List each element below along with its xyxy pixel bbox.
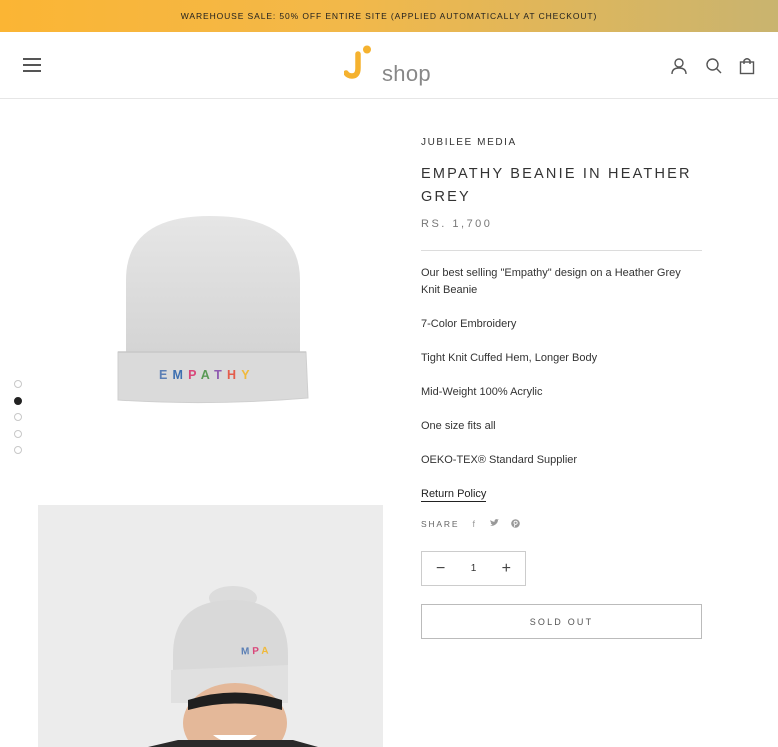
gallery-dot-2[interactable] bbox=[14, 396, 22, 405]
account-icon[interactable] bbox=[669, 56, 689, 76]
description-line: One size fits all bbox=[421, 420, 496, 432]
gallery-dot-1[interactable] bbox=[14, 380, 22, 388]
description-line: OEKO-TEX® Standard Supplier bbox=[421, 454, 578, 466]
cart-icon[interactable] bbox=[737, 56, 757, 76]
quantity-increase-button[interactable]: + bbox=[502, 560, 511, 577]
logo-text: shop bbox=[382, 61, 431, 86]
facebook-icon[interactable]: f bbox=[469, 519, 478, 529]
announcement-bar: WAREHOUSE SALE: 50% OFF ENTIRE SITE (APP… bbox=[0, 0, 778, 32]
beanie-embroidery: EMPATHY bbox=[159, 368, 255, 382]
twitter-icon[interactable] bbox=[490, 519, 500, 529]
product-info: JUBILEE MEDIA EMPATHY BEANIE IN HEATHER … bbox=[421, 137, 702, 639]
gallery-dot-4[interactable] bbox=[14, 429, 22, 438]
embroidery-letter: A bbox=[261, 645, 272, 657]
description-line: Tight Knit Cuffed Hem, Longer Body bbox=[421, 352, 598, 364]
embroidery-letter: T bbox=[214, 368, 227, 382]
search-icon[interactable] bbox=[704, 56, 724, 76]
quantity-stepper: − + bbox=[421, 551, 526, 586]
menu-icon[interactable] bbox=[23, 58, 41, 72]
embroidery-letter: H bbox=[226, 368, 242, 382]
announcement-text: WAREHOUSE SALE: 50% OFF ENTIRE SITE (APP… bbox=[180, 11, 598, 21]
embroidery-letter: Y bbox=[241, 368, 255, 382]
gallery-dots bbox=[14, 380, 24, 463]
quantity-input[interactable] bbox=[458, 563, 489, 574]
embroidery-letter: A bbox=[200, 368, 215, 382]
product-description: Our best selling "Empathy" design on a H… bbox=[421, 265, 702, 503]
quantity-decrease-button[interactable]: − bbox=[436, 560, 445, 577]
product-title: EMPATHY BEANIE IN HEATHER GREY bbox=[421, 166, 692, 205]
description-line: Our best selling "Empathy" design on a H… bbox=[421, 267, 681, 296]
embroidery-letter: M bbox=[172, 368, 189, 382]
return-policy-link[interactable]: Return Policy bbox=[421, 488, 487, 502]
gallery-dot-3[interactable] bbox=[14, 413, 22, 421]
product-vendor[interactable]: JUBILEE MEDIA bbox=[421, 137, 702, 148]
description-line: Mid-Weight 100% Acrylic bbox=[421, 386, 543, 398]
embroidery-letter: M bbox=[240, 646, 253, 658]
share-row: SHARE f bbox=[421, 518, 702, 530]
gallery-dot-5[interactable] bbox=[14, 446, 22, 454]
product-image-beanie[interactable]: EMPATHY bbox=[38, 130, 383, 475]
description-line: 7-Color Embroidery bbox=[421, 318, 517, 330]
product-price: RS. 1,700 bbox=[421, 218, 493, 230]
embroidery-letter: P bbox=[188, 368, 201, 382]
share-label: SHARE bbox=[421, 519, 460, 529]
site-header: shop bbox=[0, 32, 778, 99]
pinterest-icon[interactable] bbox=[511, 518, 521, 530]
sold-out-button[interactable]: SOLD OUT bbox=[421, 604, 702, 639]
photo-embroidery: MPA bbox=[241, 645, 272, 657]
divider bbox=[421, 250, 702, 251]
product-image-model[interactable]: MPA bbox=[38, 505, 383, 747]
embroidery-letter: E bbox=[159, 368, 173, 382]
